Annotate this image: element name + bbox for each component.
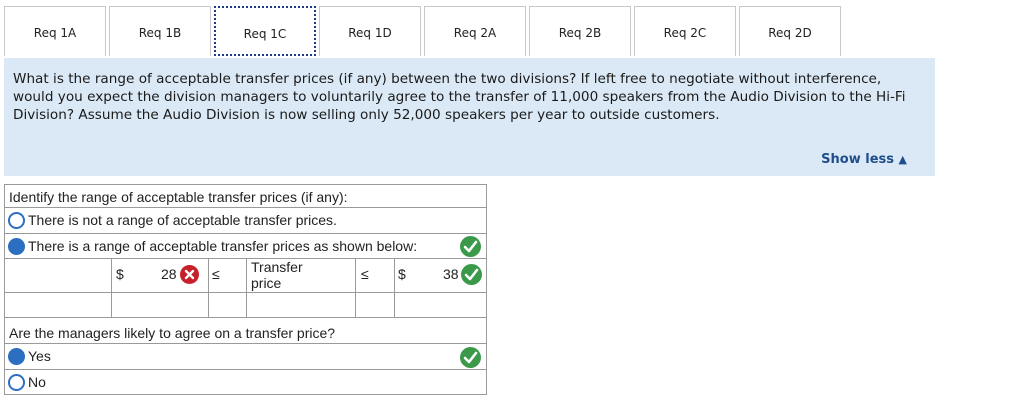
radio-none[interactable]: [8, 212, 25, 229]
transfer-price-label: Transfer price: [251, 259, 303, 291]
tab-req-2c[interactable]: Req 2C: [634, 6, 736, 56]
tab-req-2d[interactable]: Req 2D: [739, 6, 841, 56]
low-value: 28: [161, 266, 177, 282]
answer-table: Identify the range of acceptable transfe…: [4, 184, 487, 395]
high-value-cell[interactable]: $ 38: [394, 259, 486, 292]
show-less-link[interactable]: Show less ▲: [821, 152, 907, 167]
blank-divider: [111, 293, 112, 317]
low-value-cell[interactable]: $ 28: [111, 259, 208, 292]
radio-range[interactable]: [8, 238, 25, 255]
leq-symbol-2: ≤: [361, 266, 369, 282]
tab-req-1a[interactable]: Req 1A: [4, 6, 106, 56]
option-range-row: There is a range of acceptable transfer …: [4, 234, 487, 259]
leq-cell-1: ≤: [208, 259, 246, 292]
tab-req-1d[interactable]: Req 1D: [319, 6, 421, 56]
identify-row: Identify the range of acceptable transfe…: [4, 184, 487, 208]
question-text: What is the range of acceptable transfer…: [13, 71, 906, 123]
agree-question: Are the managers likely to agree on a tr…: [9, 325, 336, 341]
option-none-row: There is not a range of acceptable trans…: [4, 208, 487, 234]
high-currency: $: [398, 266, 406, 282]
blank-row: [4, 293, 487, 318]
option-range-label: There is a range of acceptable transfer …: [28, 238, 418, 254]
high-value: 38: [443, 266, 459, 282]
tab-req-1b[interactable]: Req 1B: [109, 6, 211, 56]
agree-row: Are the managers likely to agree on a tr…: [4, 318, 487, 344]
leq-cell-2: ≤: [355, 259, 394, 292]
question-panel: What is the range of acceptable transfer…: [4, 58, 935, 176]
blank-divider: [208, 293, 209, 317]
show-less-label: Show less: [821, 152, 894, 167]
tab-req-2a[interactable]: Req 2A: [424, 6, 526, 56]
blank-divider: [246, 293, 247, 317]
range-row: $ 28 ≤ Transfer price ≤ $ 38: [4, 259, 487, 293]
identify-label: Identify the range of acceptable transfe…: [9, 189, 348, 205]
incorrect-x-icon: [180, 265, 199, 284]
option-no-label: No: [28, 374, 46, 390]
correct-check-icon: [461, 264, 482, 285]
option-none-label: There is not a range of acceptable trans…: [28, 212, 337, 228]
option-no-row: No: [4, 370, 487, 395]
blank-divider: [355, 293, 356, 317]
option-yes-row: Yes: [4, 344, 487, 370]
tab-req-1c[interactable]: Req 1C: [214, 6, 316, 56]
leq-symbol-1: ≤: [212, 266, 220, 282]
radio-no[interactable]: [8, 374, 25, 391]
option-yes-label: Yes: [28, 348, 51, 364]
blank-divider: [394, 293, 395, 317]
transfer-price-cell: Transfer price: [246, 259, 355, 292]
radio-yes[interactable]: [8, 348, 25, 365]
triangle-up-icon: ▲: [898, 153, 907, 166]
correct-check-icon: [460, 236, 481, 257]
correct-check-icon: [460, 347, 481, 368]
low-currency: $: [116, 266, 124, 282]
tab-req-2b[interactable]: Req 2B: [529, 6, 631, 56]
